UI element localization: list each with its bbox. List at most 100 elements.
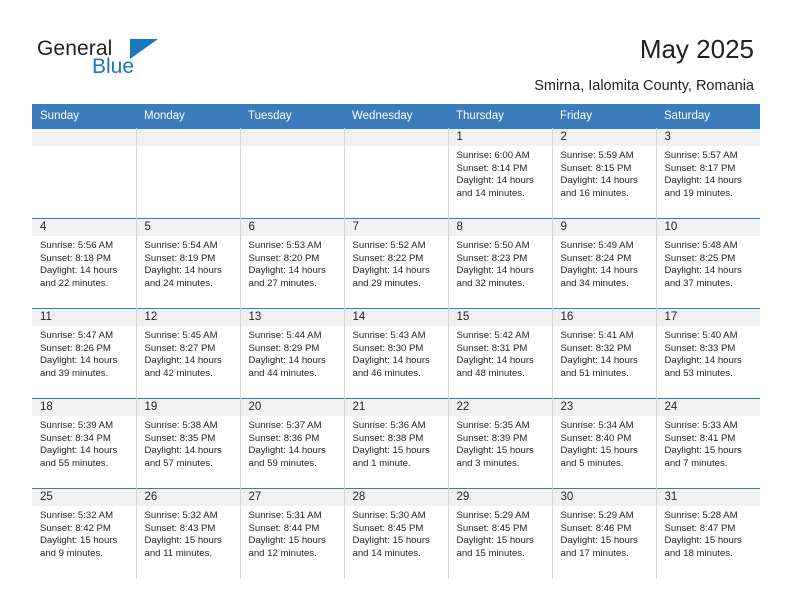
day-details: Sunrise: 5:33 AM Sunset: 8:41 PM Daylight:… bbox=[657, 416, 761, 470]
day-details: Sunrise: 5:59 AM Sunset: 8:15 PM Daylight:… bbox=[553, 146, 656, 200]
calendar-day-cell[interactable]: 16 Sunrise: 5:41 AM Sunset: 8:32 PM Dayligh… bbox=[551, 308, 657, 399]
calendar-day-cell[interactable]: 12 Sunrise: 5:45 AM Sunset: 8:27 PM Dayligh… bbox=[135, 308, 241, 399]
daylight-text: Daylight: 15 hours and 11 minutes. bbox=[144, 535, 222, 559]
day-details: Sunrise: 5:44 AM Sunset: 8:29 PM Daylight:… bbox=[241, 326, 344, 380]
day-number: 23 bbox=[552, 399, 656, 416]
sunrise-text: Sunrise: 5:56 AM bbox=[40, 240, 114, 251]
daylight-text: Daylight: 14 hours and 24 minutes. bbox=[144, 265, 222, 289]
day-number: 2 bbox=[552, 129, 656, 146]
calendar-day-cell[interactable]: 18 Sunrise: 5:39 AM Sunset: 8:34 PM Dayligh… bbox=[32, 398, 137, 489]
sunset-text: Sunset: 8:31 PM bbox=[456, 342, 528, 354]
day-number: 25 bbox=[32, 489, 136, 506]
calendar-day-cell[interactable]: 5 Sunrise: 5:54 AM Sunset: 8:19 PM Daylight… bbox=[135, 218, 241, 309]
calendar-day-cell[interactable]: 17 Sunrise: 5:40 AM Sunset: 8:33 PM Dayligh… bbox=[655, 308, 760, 399]
calendar-day-cell[interactable]: 28 Sunrise: 5:30 AM Sunset: 8:45 PM Dayligh… bbox=[343, 488, 449, 579]
day-number: 9 bbox=[552, 219, 656, 236]
brand-logo[interactable]: General Blue bbox=[37, 38, 167, 88]
calendar-day-cell[interactable]: 29 Sunrise: 5:29 AM Sunset: 8:45 PM Dayligh… bbox=[447, 488, 553, 579]
calendar-day-cell[interactable]: 7 Sunrise: 5:52 AM Sunset: 8:22 PM Daylight… bbox=[343, 218, 449, 309]
day-details: Sunrise: 5:31 AM Sunset: 8:44 PM Daylight:… bbox=[241, 506, 344, 560]
weekday-header-monday: Monday bbox=[136, 104, 240, 129]
sunrise-text: Sunrise: 5:36 AM bbox=[352, 420, 426, 431]
sunrise-text: Sunrise: 6:00 AM bbox=[456, 150, 530, 161]
sunset-text: Sunset: 8:17 PM bbox=[664, 162, 736, 174]
calendar-day-cell[interactable]: 15 Sunrise: 5:42 AM Sunset: 8:31 PM Dayligh… bbox=[447, 308, 553, 399]
sunrise-text: Sunrise: 5:31 AM bbox=[248, 510, 322, 521]
calendar-body: 1 Sunrise: 6:00 AM Sunset: 8:14 PM Daylight… bbox=[32, 128, 761, 579]
sunset-text: Sunset: 8:36 PM bbox=[248, 432, 320, 444]
calendar-day-cell[interactable]: 6 Sunrise: 5:53 AM Sunset: 8:20 PM Daylight… bbox=[239, 218, 345, 309]
calendar-day-cell[interactable]: 10 Sunrise: 5:48 AM Sunset: 8:25 PM Dayligh… bbox=[655, 218, 760, 309]
daylight-text: Daylight: 14 hours and 16 minutes. bbox=[560, 175, 638, 199]
sunrise-text: Sunrise: 5:35 AM bbox=[456, 420, 530, 431]
calendar-day-cell[interactable]: 13 Sunrise: 5:44 AM Sunset: 8:29 PM Dayligh… bbox=[239, 308, 345, 399]
sunset-text: Sunset: 8:29 PM bbox=[248, 342, 320, 354]
calendar-day-cell[interactable]: 11 Sunrise: 5:47 AM Sunset: 8:26 PM Dayligh… bbox=[32, 308, 137, 399]
calendar-day-cell[interactable]: 4 Sunrise: 5:56 AM Sunset: 8:18 PM Daylight… bbox=[32, 218, 137, 309]
sunrise-text: Sunrise: 5:28 AM bbox=[664, 510, 738, 521]
day-number: 18 bbox=[32, 399, 136, 416]
sunset-text: Sunset: 8:44 PM bbox=[248, 522, 320, 534]
calendar-week-row: 11 Sunrise: 5:47 AM Sunset: 8:26 PM Dayligh… bbox=[32, 308, 760, 399]
calendar-day-cell[interactable]: 21 Sunrise: 5:36 AM Sunset: 8:38 PM Dayligh… bbox=[343, 398, 449, 489]
sunrise-text: Sunrise: 5:39 AM bbox=[40, 420, 114, 431]
daylight-text: Daylight: 15 hours and 3 minutes. bbox=[456, 445, 534, 469]
sunset-text: Sunset: 8:45 PM bbox=[456, 522, 528, 534]
sunset-text: Sunset: 8:38 PM bbox=[352, 432, 424, 444]
sunrise-text: Sunrise: 5:47 AM bbox=[40, 330, 114, 341]
calendar-day-cell[interactable]: 25 Sunrise: 5:32 AM Sunset: 8:42 PM Dayligh… bbox=[32, 488, 137, 579]
calendar-day-cell[interactable]: 20 Sunrise: 5:37 AM Sunset: 8:36 PM Dayligh… bbox=[239, 398, 345, 489]
weekday-header-tuesday: Tuesday bbox=[240, 104, 344, 129]
day-details: Sunrise: 6:00 AM Sunset: 8:14 PM Daylight:… bbox=[449, 146, 552, 200]
day-number: 16 bbox=[552, 309, 656, 326]
sunrise-text: Sunrise: 5:44 AM bbox=[248, 330, 322, 341]
day-number: 24 bbox=[656, 399, 760, 416]
daylight-text: Daylight: 14 hours and 22 minutes. bbox=[40, 265, 118, 289]
calendar-empty-cell bbox=[343, 128, 449, 219]
calendar-day-cell[interactable]: 31 Sunrise: 5:28 AM Sunset: 8:47 PM Dayligh… bbox=[655, 488, 760, 579]
calendar-week-row: 4 Sunrise: 5:56 AM Sunset: 8:18 PM Daylight… bbox=[32, 218, 760, 309]
day-number: 28 bbox=[344, 489, 448, 506]
calendar-day-cell[interactable]: 14 Sunrise: 5:43 AM Sunset: 8:30 PM Dayligh… bbox=[343, 308, 449, 399]
daylight-text: Daylight: 14 hours and 51 minutes. bbox=[560, 355, 638, 379]
day-number bbox=[344, 129, 448, 146]
day-details: Sunrise: 5:45 AM Sunset: 8:27 PM Daylight:… bbox=[137, 326, 240, 380]
calendar-day-cell[interactable]: 30 Sunrise: 5:29 AM Sunset: 8:46 PM Dayligh… bbox=[551, 488, 657, 579]
day-number: 31 bbox=[656, 489, 760, 506]
sunrise-text: Sunrise: 5:40 AM bbox=[664, 330, 738, 341]
sunrise-text: Sunrise: 5:41 AM bbox=[560, 330, 634, 341]
day-number: 19 bbox=[136, 399, 240, 416]
sunrise-text: Sunrise: 5:57 AM bbox=[664, 150, 738, 161]
daylight-text: Daylight: 14 hours and 46 minutes. bbox=[352, 355, 430, 379]
day-details: Sunrise: 5:56 AM Sunset: 8:18 PM Daylight:… bbox=[32, 236, 136, 290]
day-number: 20 bbox=[240, 399, 344, 416]
daylight-text: Daylight: 14 hours and 27 minutes. bbox=[248, 265, 326, 289]
calendar-day-cell[interactable]: 27 Sunrise: 5:31 AM Sunset: 8:44 PM Dayligh… bbox=[239, 488, 345, 579]
day-details: Sunrise: 5:34 AM Sunset: 8:40 PM Daylight:… bbox=[553, 416, 656, 470]
day-details: Sunrise: 5:53 AM Sunset: 8:20 PM Daylight:… bbox=[241, 236, 344, 290]
sunrise-text: Sunrise: 5:37 AM bbox=[248, 420, 322, 431]
day-number: 1 bbox=[448, 129, 552, 146]
calendar-day-cell[interactable]: 22 Sunrise: 5:35 AM Sunset: 8:39 PM Dayligh… bbox=[447, 398, 553, 489]
page-subtitle: Smirna, Ialomita County, Romania bbox=[534, 78, 754, 94]
calendar-day-cell[interactable]: 19 Sunrise: 5:38 AM Sunset: 8:35 PM Dayligh… bbox=[135, 398, 241, 489]
sunrise-text: Sunrise: 5:33 AM bbox=[664, 420, 738, 431]
daylight-text: Daylight: 15 hours and 15 minutes. bbox=[456, 535, 534, 559]
calendar-day-cell[interactable]: 1 Sunrise: 6:00 AM Sunset: 8:14 PM Daylight… bbox=[447, 128, 553, 219]
sunset-text: Sunset: 8:25 PM bbox=[664, 252, 736, 264]
sunset-text: Sunset: 8:46 PM bbox=[560, 522, 632, 534]
day-number: 11 bbox=[32, 309, 136, 326]
sunset-text: Sunset: 8:33 PM bbox=[664, 342, 736, 354]
sunset-text: Sunset: 8:47 PM bbox=[664, 522, 736, 534]
daylight-text: Daylight: 14 hours and 42 minutes. bbox=[144, 355, 222, 379]
calendar-day-cell[interactable]: 2 Sunrise: 5:59 AM Sunset: 8:15 PM Daylight… bbox=[551, 128, 657, 219]
calendar-day-cell[interactable]: 26 Sunrise: 5:32 AM Sunset: 8:43 PM Dayligh… bbox=[135, 488, 241, 579]
daylight-text: Daylight: 14 hours and 29 minutes. bbox=[352, 265, 430, 289]
calendar-day-cell[interactable]: 9 Sunrise: 5:49 AM Sunset: 8:24 PM Daylight… bbox=[551, 218, 657, 309]
calendar-day-cell[interactable]: 3 Sunrise: 5:57 AM Sunset: 8:17 PM Daylight… bbox=[655, 128, 760, 219]
calendar-day-cell[interactable]: 8 Sunrise: 5:50 AM Sunset: 8:23 PM Daylight… bbox=[447, 218, 553, 309]
calendar-day-cell[interactable]: 24 Sunrise: 5:33 AM Sunset: 8:41 PM Dayligh… bbox=[655, 398, 761, 489]
calendar-day-cell[interactable]: 23 Sunrise: 5:34 AM Sunset: 8:40 PM Dayligh… bbox=[551, 398, 657, 489]
sunset-text: Sunset: 8:20 PM bbox=[248, 252, 320, 264]
sunset-text: Sunset: 8:43 PM bbox=[144, 522, 216, 534]
